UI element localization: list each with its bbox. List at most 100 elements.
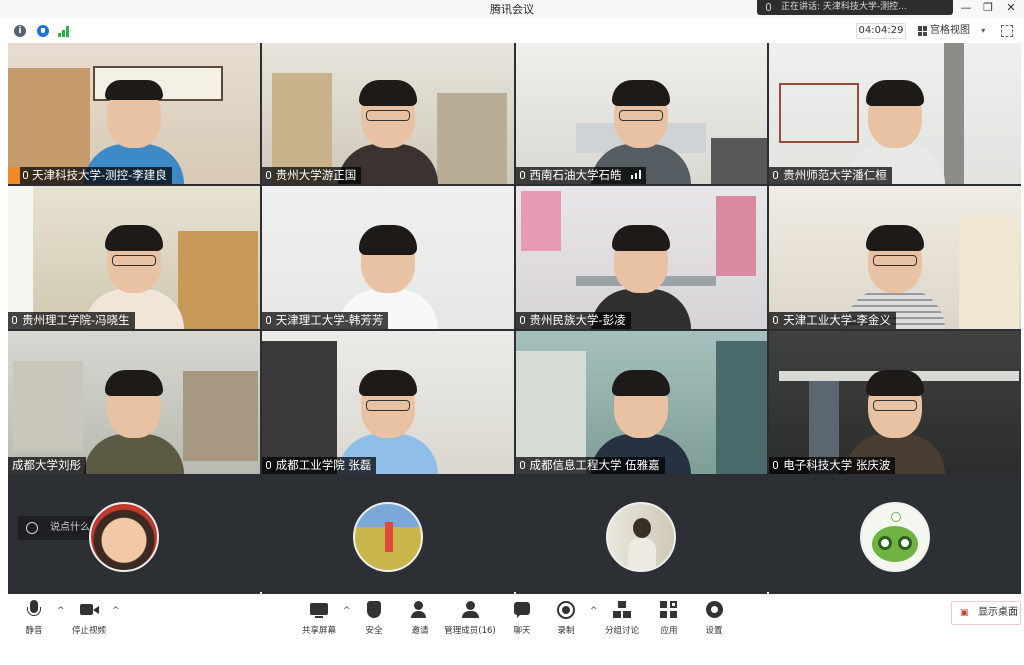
video-tile[interactable]: 成都信息工程大学 伍雅嘉 bbox=[515, 331, 768, 474]
participant-video bbox=[581, 354, 701, 474]
network-signal-icon[interactable] bbox=[58, 26, 72, 37]
desktop-icon: ▣ bbox=[960, 608, 969, 618]
manage-members-button[interactable]: 管理成员(16) bbox=[441, 600, 499, 636]
participant-video bbox=[74, 209, 194, 329]
shield-icon bbox=[365, 600, 383, 620]
shield-icon[interactable] bbox=[37, 25, 49, 37]
participant-name: 西南石油大学石皓 bbox=[529, 168, 622, 182]
video-tile[interactable]: 贵州师范大学潘仁桓 bbox=[769, 43, 1021, 184]
video-tile[interactable]: 天津理工大学-韩芳芳 bbox=[261, 186, 514, 329]
participant-name-bar: 天津科技大学-测控-李建良 bbox=[8, 167, 172, 184]
avatar-tile[interactable] bbox=[769, 476, 1021, 598]
show-desktop-button[interactable]: ▣ 显示桌面 bbox=[951, 601, 1021, 625]
avatar bbox=[88, 502, 159, 572]
participant-video bbox=[581, 209, 701, 329]
share-screen-button[interactable]: 共享屏幕 bbox=[294, 600, 344, 636]
info-bar: i 04:04:29 宫格视图 ▾ bbox=[0, 20, 1024, 42]
chat-icon bbox=[513, 600, 531, 620]
video-tile[interactable]: 天津科技大学-测控-李建良 bbox=[8, 43, 260, 184]
participant-name-bar: 电子科技大学 张庆波 bbox=[769, 457, 896, 474]
participant-name-bar: 成都大学刘彤 bbox=[8, 457, 86, 474]
invite-button[interactable]: 邀请 bbox=[395, 600, 445, 636]
participant-name: 贵州大学游正国 bbox=[275, 168, 357, 182]
settings-button[interactable]: 设置 bbox=[689, 600, 739, 636]
breakout-rooms-icon bbox=[613, 600, 631, 620]
video-tile[interactable]: 电子科技大学 张庆波 bbox=[769, 331, 1021, 474]
avatar bbox=[860, 502, 931, 572]
avatar bbox=[606, 502, 677, 572]
invite-label: 邀请 bbox=[411, 626, 429, 636]
video-tile[interactable]: 贵州理工学院-冯晓生 bbox=[8, 186, 260, 329]
video-tile[interactable]: 贵州大学游正国 bbox=[261, 43, 514, 184]
participant-video bbox=[581, 64, 701, 184]
view-mode-dropdown[interactable]: 宫格视图 ▾ bbox=[914, 23, 994, 39]
participant-video bbox=[328, 354, 448, 474]
minimize-button[interactable]: — bbox=[954, 0, 978, 16]
mute-button[interactable]: 静音 bbox=[9, 600, 59, 636]
chat-label: 聊天 bbox=[513, 626, 531, 636]
mic-icon bbox=[265, 171, 271, 179]
avatar-tile[interactable] bbox=[261, 476, 514, 598]
participant-name-bar: 天津理工大学-韩芳芳 bbox=[261, 312, 389, 329]
participant-name: 贵州师范大学潘仁桓 bbox=[783, 168, 887, 182]
participant-video bbox=[74, 354, 194, 474]
fullscreen-icon[interactable] bbox=[1001, 25, 1013, 37]
participant-name: 贵州理工学院-冯晓生 bbox=[22, 313, 130, 327]
stop-video-label: 停止视频 bbox=[71, 626, 106, 636]
restore-button[interactable]: ❐ bbox=[976, 0, 1000, 16]
record-label: 录制 bbox=[557, 626, 575, 636]
participant-video bbox=[328, 209, 448, 329]
record-icon bbox=[557, 600, 575, 620]
security-button[interactable]: 安全 bbox=[349, 600, 399, 636]
breakout-button[interactable]: 分组讨论 bbox=[597, 600, 647, 636]
participant-name: 成都大学刘彤 bbox=[12, 458, 81, 472]
avatar-tile[interactable] bbox=[515, 476, 768, 598]
video-grid: 天津科技大学-测控-李建良 贵州大学游正国 西南石油大学石皓 贵州师范大学潘仁桓… bbox=[8, 43, 1021, 598]
mic-icon bbox=[23, 171, 28, 179]
mic-icon bbox=[519, 461, 525, 469]
participant-video bbox=[74, 64, 194, 184]
video-tile[interactable]: 贵州民族大学-彭凌 bbox=[515, 186, 768, 329]
manage-members-label: 管理成员(16) bbox=[444, 626, 496, 636]
video-tile[interactable]: 成都工业学院 张磊 bbox=[261, 331, 514, 474]
meeting-info-icon[interactable]: i bbox=[14, 25, 26, 37]
participant-video bbox=[835, 354, 955, 474]
close-button[interactable]: ✕ bbox=[999, 0, 1023, 16]
participant-name: 天津工业大学-李金义 bbox=[783, 313, 891, 327]
participant-name-bar: 贵州民族大学-彭凌 bbox=[515, 312, 631, 329]
meeting-timer: 04:04:29 bbox=[856, 23, 906, 39]
speaking-text: 正在讲话: 天津科技大学-测控... bbox=[781, 2, 907, 12]
share-screen-label: 共享屏幕 bbox=[301, 626, 336, 636]
video-tile[interactable]: 天津工业大学-李金义 bbox=[769, 186, 1021, 329]
record-button[interactable]: 录制 bbox=[541, 600, 591, 636]
apps-label: 应用 bbox=[660, 626, 678, 636]
participant-name-bar: 贵州师范大学潘仁桓 bbox=[769, 167, 892, 184]
members-icon bbox=[461, 600, 479, 620]
show-desktop-label: 显示桌面 bbox=[978, 607, 1018, 618]
participant-video bbox=[835, 64, 955, 184]
add-user-icon bbox=[411, 600, 429, 620]
stop-video-button[interactable]: 停止视频 bbox=[64, 600, 114, 636]
apps-button[interactable]: 应用 bbox=[644, 600, 694, 636]
mic-icon bbox=[519, 171, 525, 179]
meeting-window: 腾讯会议 正在讲话: 天津科技大学-测控... — ❐ ✕ i 04:04:29… bbox=[0, 0, 1024, 665]
mic-icon bbox=[265, 461, 271, 469]
video-tile[interactable]: 成都大学刘彤 bbox=[8, 331, 260, 474]
video-tile[interactable]: 西南石油大学石皓 bbox=[515, 43, 768, 184]
apps-icon bbox=[660, 600, 678, 620]
participant-name-bar: 贵州大学游正国 bbox=[261, 167, 362, 184]
mic-icon bbox=[773, 461, 779, 469]
share-screen-icon bbox=[310, 600, 328, 620]
settings-label: 设置 bbox=[705, 626, 723, 636]
smile-icon bbox=[26, 522, 38, 534]
mic-icon bbox=[12, 316, 17, 324]
participant-name: 成都信息工程大学 伍雅嘉 bbox=[529, 458, 660, 472]
chevron-up-icon[interactable]: ^ bbox=[112, 606, 120, 616]
speaking-indicator: 正在讲话: 天津科技大学-测控... bbox=[757, 0, 953, 15]
chat-button[interactable]: 聊天 bbox=[497, 600, 547, 636]
participant-name-bar: 成都工业学院 张磊 bbox=[261, 457, 377, 474]
mute-label: 静音 bbox=[25, 626, 43, 636]
participant-video bbox=[835, 209, 955, 329]
avatar-tile[interactable]: 说点什么... bbox=[8, 476, 260, 598]
mic-icon bbox=[265, 316, 271, 324]
